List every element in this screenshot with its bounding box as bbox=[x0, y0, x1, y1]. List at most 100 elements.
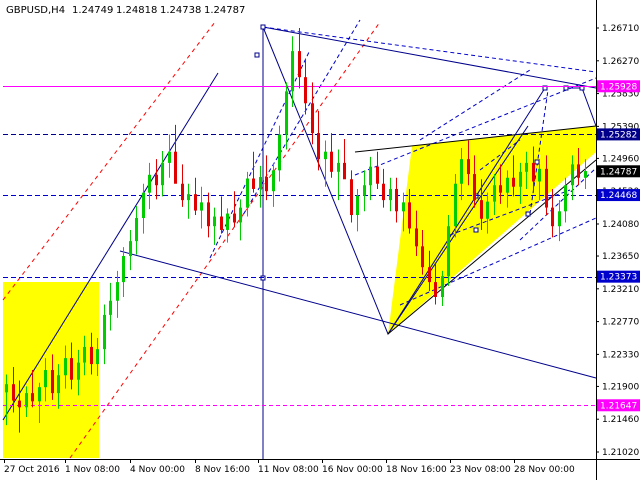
candle-body bbox=[57, 375, 60, 394]
candle-body bbox=[330, 151, 333, 172]
candle-body bbox=[174, 151, 177, 184]
x-tick-label: 1 Nov 08:00 bbox=[65, 465, 120, 475]
candle-body bbox=[538, 168, 541, 182]
y-tick-label: 1.22330 bbox=[602, 350, 639, 360]
candle-body bbox=[96, 349, 99, 365]
title-low: 1.24738 bbox=[160, 5, 201, 16]
candle-body bbox=[239, 207, 242, 223]
candle-body bbox=[506, 177, 509, 193]
candle-body bbox=[77, 362, 80, 380]
price-tag-label: 1.23373 bbox=[600, 273, 637, 283]
y-tick-label: 1.21460 bbox=[602, 415, 639, 425]
x-tick-label: 4 Nov 00:00 bbox=[130, 465, 185, 475]
chart-title: GBPUSD,H4 1.24749 1.24818 1.24738 1.2478… bbox=[6, 5, 245, 16]
candle-body bbox=[194, 194, 197, 211]
candle-body bbox=[291, 51, 294, 92]
candle-body bbox=[564, 185, 567, 212]
point-marker bbox=[260, 24, 266, 30]
candle-body bbox=[109, 300, 112, 315]
title-symbol: GBPUSD,H4 bbox=[6, 5, 65, 16]
candle-body bbox=[207, 202, 210, 227]
y-tick-label: 1.21900 bbox=[602, 382, 639, 392]
price-tag-label: 1.24787 bbox=[600, 167, 637, 177]
candle-body bbox=[356, 195, 359, 216]
y-tick-label: 1.23210 bbox=[602, 285, 639, 295]
candle-body bbox=[51, 370, 54, 394]
candle-body bbox=[272, 170, 275, 192]
candle-body bbox=[278, 134, 281, 171]
x-tick-label: 18 Nov 16:00 bbox=[386, 465, 447, 475]
candle-body bbox=[389, 188, 392, 201]
candle-body bbox=[265, 177, 268, 192]
candle-body bbox=[447, 226, 450, 277]
x-tick-label: 16 Nov 00:00 bbox=[322, 465, 383, 475]
title-open: 1.24749 bbox=[72, 5, 113, 16]
candle-body bbox=[532, 162, 535, 182]
candle-body bbox=[512, 177, 515, 187]
candle-body bbox=[493, 185, 496, 202]
price-tag-label: 1.24468 bbox=[600, 191, 637, 201]
x-tick-label: 11 Nov 08:00 bbox=[258, 465, 319, 475]
candle-body bbox=[285, 91, 288, 135]
candle-body bbox=[369, 166, 372, 186]
candle-body bbox=[337, 162, 340, 172]
candle-body bbox=[324, 151, 327, 160]
candle-body bbox=[252, 178, 255, 189]
candle-body bbox=[343, 162, 346, 180]
candle-body bbox=[350, 179, 353, 216]
price-tag-label: 1.25282 bbox=[600, 130, 637, 140]
x-tick-label: 23 Nov 08:00 bbox=[450, 465, 511, 475]
candle-body bbox=[155, 174, 158, 186]
x-tick-label: 8 Nov 16:00 bbox=[195, 465, 250, 475]
price-tag-label: 1.25928 bbox=[600, 82, 637, 92]
candle-body bbox=[246, 178, 249, 208]
candle-body bbox=[402, 202, 405, 212]
candle-body bbox=[181, 183, 184, 201]
candle-body bbox=[5, 384, 8, 393]
candle-body bbox=[83, 346, 86, 363]
candle-body bbox=[187, 194, 190, 201]
candle-body bbox=[25, 393, 28, 408]
point-marker bbox=[525, 211, 531, 217]
candle-body bbox=[200, 202, 203, 211]
candle-body bbox=[428, 267, 431, 283]
candle-body bbox=[31, 393, 34, 402]
candle-body bbox=[122, 256, 125, 283]
title-close: 1.24787 bbox=[204, 5, 245, 16]
candle-body bbox=[558, 211, 561, 227]
candle-body bbox=[168, 151, 171, 163]
point-marker bbox=[473, 227, 479, 233]
x-tick-label: 28 Nov 00:00 bbox=[514, 465, 575, 475]
candle-body bbox=[12, 384, 15, 401]
forex-chart: 1.267101.262701.258301.253901.249601.245… bbox=[0, 0, 640, 480]
y-tick-label: 1.26270 bbox=[602, 57, 639, 67]
y-tick-label: 1.21020 bbox=[602, 448, 639, 458]
candle-body bbox=[454, 183, 457, 227]
candle-body bbox=[460, 159, 463, 184]
candle-body bbox=[311, 103, 314, 134]
title-high: 1.24818 bbox=[116, 5, 157, 16]
candle-body bbox=[161, 162, 164, 186]
candle-body bbox=[38, 387, 41, 402]
candle-body bbox=[298, 51, 301, 78]
candle-body bbox=[44, 370, 47, 388]
candle-body bbox=[486, 201, 489, 219]
candle-body bbox=[467, 159, 470, 175]
candle-body bbox=[519, 171, 522, 187]
candle-body bbox=[408, 202, 411, 229]
candle-body bbox=[376, 166, 379, 184]
candle-body bbox=[233, 213, 236, 223]
candle-body bbox=[525, 162, 528, 172]
candle-body bbox=[577, 164, 580, 178]
point-marker bbox=[254, 52, 260, 58]
y-tick-label: 1.24080 bbox=[602, 220, 639, 230]
candle-body bbox=[18, 400, 21, 408]
candle-body bbox=[584, 171, 587, 178]
candle-body bbox=[499, 185, 502, 193]
candle-body bbox=[129, 241, 132, 257]
x-tick-label: 27 Oct 2016 bbox=[4, 465, 60, 475]
y-tick-label: 1.23650 bbox=[602, 252, 639, 262]
candle-body bbox=[148, 174, 151, 193]
candle-body bbox=[135, 218, 138, 242]
candle-body bbox=[473, 174, 476, 201]
